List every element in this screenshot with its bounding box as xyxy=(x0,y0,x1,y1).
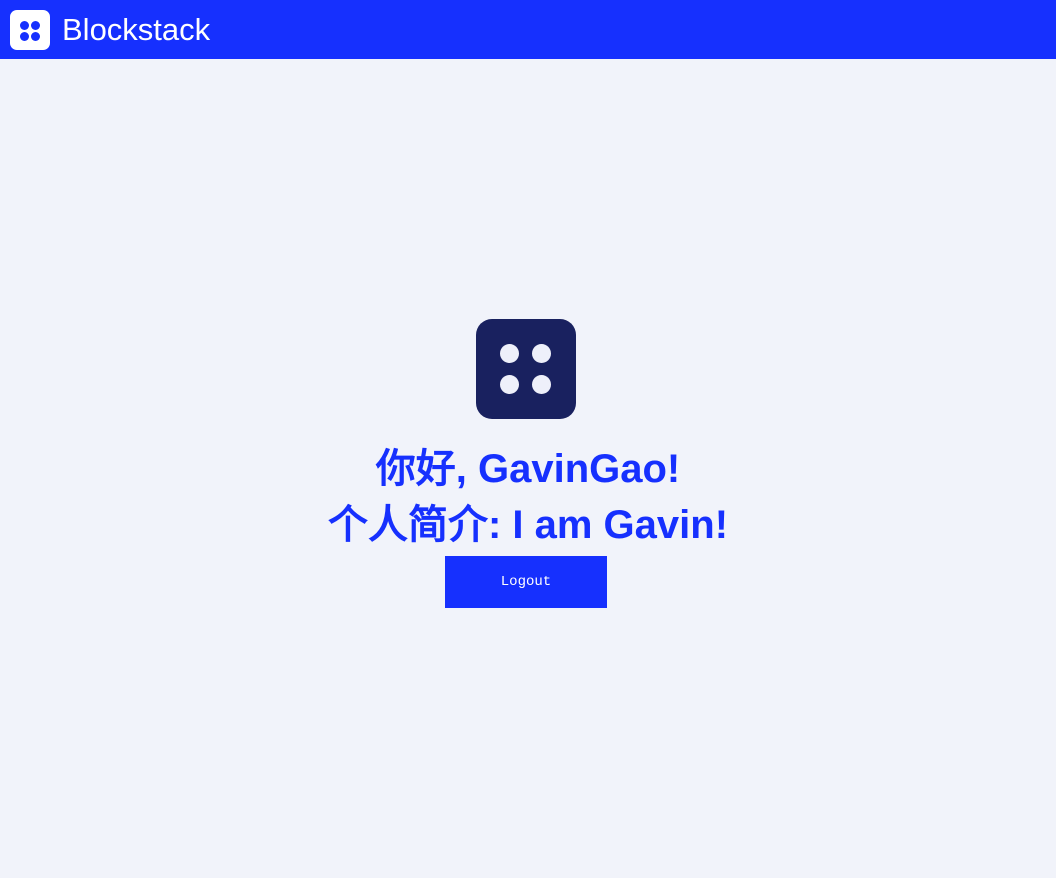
top-navbar: Blockstack xyxy=(0,0,1056,59)
logo-dot xyxy=(500,375,519,394)
logo-dot xyxy=(532,344,551,363)
logo-dot xyxy=(20,31,29,41)
brand-name[interactable]: Blockstack xyxy=(62,10,210,50)
greeting-heading: 你好, GavinGao! xyxy=(375,447,681,491)
logo-dot xyxy=(500,344,519,363)
avatar-logo-icon xyxy=(476,319,576,419)
logout-button[interactable]: Logout xyxy=(445,556,607,608)
blockstack-logo-icon[interactable] xyxy=(10,9,50,50)
logo-dot xyxy=(20,20,29,30)
logo-dot xyxy=(532,375,551,394)
bio-heading: 个人简介: I am Gavin! xyxy=(327,503,729,547)
logo-dot xyxy=(31,20,40,30)
logo-dot xyxy=(31,31,40,41)
